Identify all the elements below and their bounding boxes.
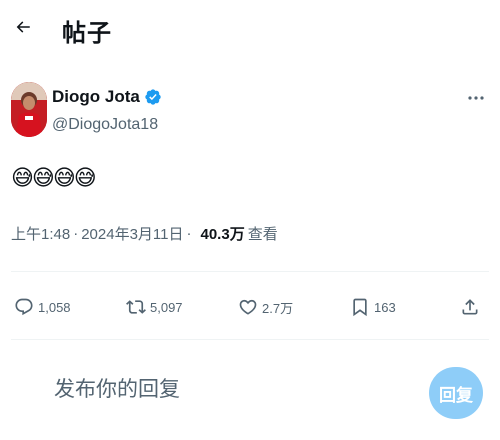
action-bar: 1,058 5,097 2.7万 163	[0, 290, 500, 324]
retweet-button[interactable]: 5,097	[126, 290, 183, 324]
reply-button[interactable]: 1,058	[14, 290, 71, 324]
share-icon	[462, 299, 478, 315]
reply-composer: 回复	[0, 350, 500, 430]
meta-separator: ·	[73, 225, 79, 242]
meta-separator: ·	[186, 225, 192, 242]
author-handle[interactable]: @DiogoJota18	[52, 116, 158, 134]
tweet-author: Diogo Jota @DiogoJota18	[0, 82, 500, 142]
top-bar: 帖子	[0, 0, 500, 58]
retweet-count: 5,097	[150, 299, 183, 315]
reply-count: 1,058	[38, 299, 71, 315]
bookmark-button[interactable]: 163	[350, 290, 396, 324]
reply-icon	[15, 298, 33, 316]
share-button[interactable]	[460, 290, 480, 324]
like-icon	[239, 299, 257, 315]
bookmark-count: 163	[374, 299, 396, 315]
avatar[interactable]	[11, 82, 47, 137]
tweet-text: 😅😅😅😅	[11, 165, 97, 190]
like-button[interactable]: 2.7万	[238, 290, 293, 324]
views-label: 查看	[247, 226, 278, 243]
tweet-time[interactable]: 上午1:48	[11, 223, 70, 244]
tweet-date[interactable]: 2024年3月11日	[81, 223, 183, 244]
back-arrow-icon	[16, 21, 30, 33]
back-button[interactable]	[8, 12, 38, 42]
more-icon	[468, 96, 484, 100]
page-title: 帖子	[62, 20, 112, 47]
verified-badge-icon[interactable]	[144, 88, 162, 106]
reply-submit-button[interactable]: 回复	[429, 367, 483, 419]
divider	[11, 271, 489, 272]
bookmark-icon	[353, 298, 367, 317]
more-button[interactable]	[463, 88, 489, 108]
avatar-photo-icon	[11, 82, 47, 137]
author-name-row[interactable]: Diogo Jota	[52, 87, 162, 107]
author-name[interactable]: Diogo Jota	[52, 87, 140, 107]
retweet-icon	[126, 300, 146, 314]
tweet-meta: 上午1:48 · 2024年3月11日 · 40.3万 查看	[11, 223, 278, 244]
reply-input[interactable]	[54, 378, 384, 402]
divider	[11, 339, 489, 340]
views-count: 40.3万	[200, 226, 245, 243]
like-count: 2.7万	[262, 300, 294, 316]
